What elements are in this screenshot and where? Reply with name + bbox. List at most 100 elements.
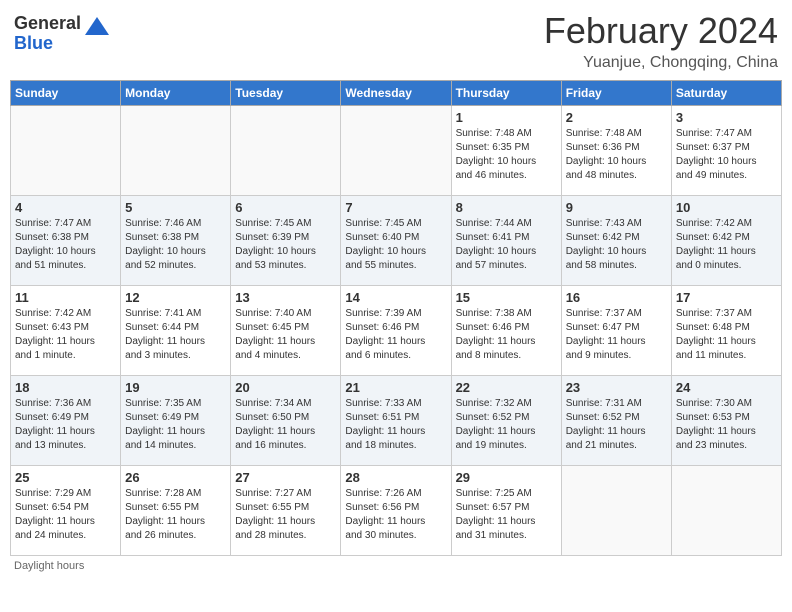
- calendar-day-cell: 21 Sunrise: 7:33 AM Sunset: 6:51 PM Dayli…: [341, 376, 451, 466]
- day-number: 21: [345, 380, 446, 395]
- logo-icon: [83, 15, 111, 43]
- day-info: Sunrise: 7:29 AM Sunset: 6:54 PM Dayligh…: [15, 487, 116, 543]
- day-number: 25: [15, 470, 116, 485]
- day-number: 14: [345, 290, 446, 305]
- day-info: Sunrise: 7:45 AM Sunset: 6:40 PM Dayligh…: [345, 217, 446, 273]
- day-number: 4: [15, 200, 116, 215]
- day-number: 9: [566, 200, 667, 215]
- day-info: Sunrise: 7:47 AM Sunset: 6:38 PM Dayligh…: [15, 217, 116, 273]
- calendar-day-cell: [561, 466, 671, 556]
- day-number: 19: [125, 380, 226, 395]
- calendar-day-cell: 1 Sunrise: 7:48 AM Sunset: 6:35 PM Daylig…: [451, 106, 561, 196]
- day-info: Sunrise: 7:47 AM Sunset: 6:37 PM Dayligh…: [676, 127, 777, 183]
- day-number: 2: [566, 110, 667, 125]
- calendar-table: SundayMondayTuesdayWednesdayThursdayFrid…: [10, 80, 782, 556]
- day-info: Sunrise: 7:37 AM Sunset: 6:47 PM Dayligh…: [566, 307, 667, 363]
- calendar-day-cell: 5 Sunrise: 7:46 AM Sunset: 6:38 PM Daylig…: [121, 196, 231, 286]
- calendar-day-header: Sunday: [11, 81, 121, 106]
- calendar-day-cell: [671, 466, 781, 556]
- month-title: February 2024: [544, 10, 778, 52]
- calendar-week-row: 4 Sunrise: 7:47 AM Sunset: 6:38 PM Daylig…: [11, 196, 782, 286]
- calendar-day-cell: 11 Sunrise: 7:42 AM Sunset: 6:43 PM Dayli…: [11, 286, 121, 376]
- calendar-day-cell: 9 Sunrise: 7:43 AM Sunset: 6:42 PM Daylig…: [561, 196, 671, 286]
- day-number: 20: [235, 380, 336, 395]
- day-number: 22: [456, 380, 557, 395]
- footer-note: Daylight hours: [10, 560, 782, 572]
- calendar-day-cell: 7 Sunrise: 7:45 AM Sunset: 6:40 PM Daylig…: [341, 196, 451, 286]
- calendar-day-cell: 17 Sunrise: 7:37 AM Sunset: 6:48 PM Dayli…: [671, 286, 781, 376]
- calendar-day-cell: 2 Sunrise: 7:48 AM Sunset: 6:36 PM Daylig…: [561, 106, 671, 196]
- day-info: Sunrise: 7:48 AM Sunset: 6:36 PM Dayligh…: [566, 127, 667, 183]
- calendar-day-cell: 14 Sunrise: 7:39 AM Sunset: 6:46 PM Dayli…: [341, 286, 451, 376]
- day-info: Sunrise: 7:46 AM Sunset: 6:38 PM Dayligh…: [125, 217, 226, 273]
- logo-general-text: General: [14, 14, 81, 34]
- calendar-day-cell: 22 Sunrise: 7:32 AM Sunset: 6:52 PM Dayli…: [451, 376, 561, 466]
- logo: General Blue: [14, 14, 111, 54]
- day-info: Sunrise: 7:26 AM Sunset: 6:56 PM Dayligh…: [345, 487, 446, 543]
- day-info: Sunrise: 7:32 AM Sunset: 6:52 PM Dayligh…: [456, 397, 557, 453]
- calendar-day-cell: 8 Sunrise: 7:44 AM Sunset: 6:41 PM Daylig…: [451, 196, 561, 286]
- calendar-week-row: 25 Sunrise: 7:29 AM Sunset: 6:54 PM Dayli…: [11, 466, 782, 556]
- day-number: 10: [676, 200, 777, 215]
- day-info: Sunrise: 7:48 AM Sunset: 6:35 PM Dayligh…: [456, 127, 557, 183]
- calendar-day-header: Wednesday: [341, 81, 451, 106]
- calendar-day-header: Saturday: [671, 81, 781, 106]
- calendar-day-cell: 25 Sunrise: 7:29 AM Sunset: 6:54 PM Dayli…: [11, 466, 121, 556]
- calendar-day-cell: 19 Sunrise: 7:35 AM Sunset: 6:49 PM Dayli…: [121, 376, 231, 466]
- calendar-day-cell: 4 Sunrise: 7:47 AM Sunset: 6:38 PM Daylig…: [11, 196, 121, 286]
- day-number: 16: [566, 290, 667, 305]
- calendar-day-cell: 27 Sunrise: 7:27 AM Sunset: 6:55 PM Dayli…: [231, 466, 341, 556]
- calendar-day-cell: 10 Sunrise: 7:42 AM Sunset: 6:42 PM Dayli…: [671, 196, 781, 286]
- day-info: Sunrise: 7:38 AM Sunset: 6:46 PM Dayligh…: [456, 307, 557, 363]
- day-info: Sunrise: 7:44 AM Sunset: 6:41 PM Dayligh…: [456, 217, 557, 273]
- calendar-day-cell: 15 Sunrise: 7:38 AM Sunset: 6:46 PM Dayli…: [451, 286, 561, 376]
- day-info: Sunrise: 7:35 AM Sunset: 6:49 PM Dayligh…: [125, 397, 226, 453]
- day-number: 15: [456, 290, 557, 305]
- calendar-day-cell: [341, 106, 451, 196]
- calendar-day-cell: 23Sunrise: 7:31 AM Sunset: 6:52 PM Dayli…: [561, 376, 671, 466]
- calendar-day-cell: 20Sunrise: 7:34 AM Sunset: 6:50 PM Dayli…: [231, 376, 341, 466]
- calendar-day-cell: 16 Sunrise: 7:37 AM Sunset: 6:47 PM Dayli…: [561, 286, 671, 376]
- day-number: 8: [456, 200, 557, 215]
- day-number: 6: [235, 200, 336, 215]
- day-number: 27: [235, 470, 336, 485]
- day-info: Sunrise: 7:41 AM Sunset: 6:44 PM Dayligh…: [125, 307, 226, 363]
- calendar-day-header: Monday: [121, 81, 231, 106]
- day-number: 3: [676, 110, 777, 125]
- day-number: 23: [566, 380, 667, 395]
- calendar-day-cell: 6Sunrise: 7:45 AM Sunset: 6:39 PM Daylig…: [231, 196, 341, 286]
- calendar-day-cell: 28Sunrise: 7:26 AM Sunset: 6:56 PM Dayli…: [341, 466, 451, 556]
- location: Yuanjue, Chongqing, China: [544, 54, 778, 72]
- day-info: Sunrise: 7:27 AM Sunset: 6:55 PM Dayligh…: [235, 487, 336, 543]
- day-number: 11: [15, 290, 116, 305]
- calendar-day-header: Friday: [561, 81, 671, 106]
- calendar-day-cell: [231, 106, 341, 196]
- day-info: Sunrise: 7:25 AM Sunset: 6:57 PM Dayligh…: [456, 487, 557, 543]
- page-header: General Blue February 2024 Yuanjue, Chon…: [10, 10, 782, 72]
- day-number: 17: [676, 290, 777, 305]
- calendar-week-row: 18Sunrise: 7:36 AM Sunset: 6:49 PM Dayli…: [11, 376, 782, 466]
- calendar-day-cell: 3 Sunrise: 7:47 AM Sunset: 6:37 PM Daylig…: [671, 106, 781, 196]
- day-number: 7: [345, 200, 446, 215]
- day-number: 5: [125, 200, 226, 215]
- calendar-day-cell: 13Sunrise: 7:40 AM Sunset: 6:45 PM Dayli…: [231, 286, 341, 376]
- day-number: 24: [676, 380, 777, 395]
- day-info: Sunrise: 7:43 AM Sunset: 6:42 PM Dayligh…: [566, 217, 667, 273]
- day-info: Sunrise: 7:37 AM Sunset: 6:48 PM Dayligh…: [676, 307, 777, 363]
- day-info: Sunrise: 7:42 AM Sunset: 6:43 PM Dayligh…: [15, 307, 116, 363]
- calendar-day-header: Thursday: [451, 81, 561, 106]
- day-number: 18: [15, 380, 116, 395]
- calendar-day-cell: 12 Sunrise: 7:41 AM Sunset: 6:44 PM Dayli…: [121, 286, 231, 376]
- title-section: February 2024 Yuanjue, Chongqing, China: [544, 10, 778, 72]
- day-info: Sunrise: 7:30 AM Sunset: 6:53 PM Dayligh…: [676, 397, 777, 453]
- day-info: Sunrise: 7:42 AM Sunset: 6:42 PM Dayligh…: [676, 217, 777, 273]
- day-info: Sunrise: 7:28 AM Sunset: 6:55 PM Dayligh…: [125, 487, 226, 543]
- day-number: 1: [456, 110, 557, 125]
- calendar-day-cell: 24 Sunrise: 7:30 AM Sunset: 6:53 PM Dayli…: [671, 376, 781, 466]
- day-info: Sunrise: 7:39 AM Sunset: 6:46 PM Dayligh…: [345, 307, 446, 363]
- calendar-day-cell: [121, 106, 231, 196]
- day-number: 29: [456, 470, 557, 485]
- day-info: Sunrise: 7:33 AM Sunset: 6:51 PM Dayligh…: [345, 397, 446, 453]
- day-number: 12: [125, 290, 226, 305]
- calendar-week-row: 1 Sunrise: 7:48 AM Sunset: 6:35 PM Daylig…: [11, 106, 782, 196]
